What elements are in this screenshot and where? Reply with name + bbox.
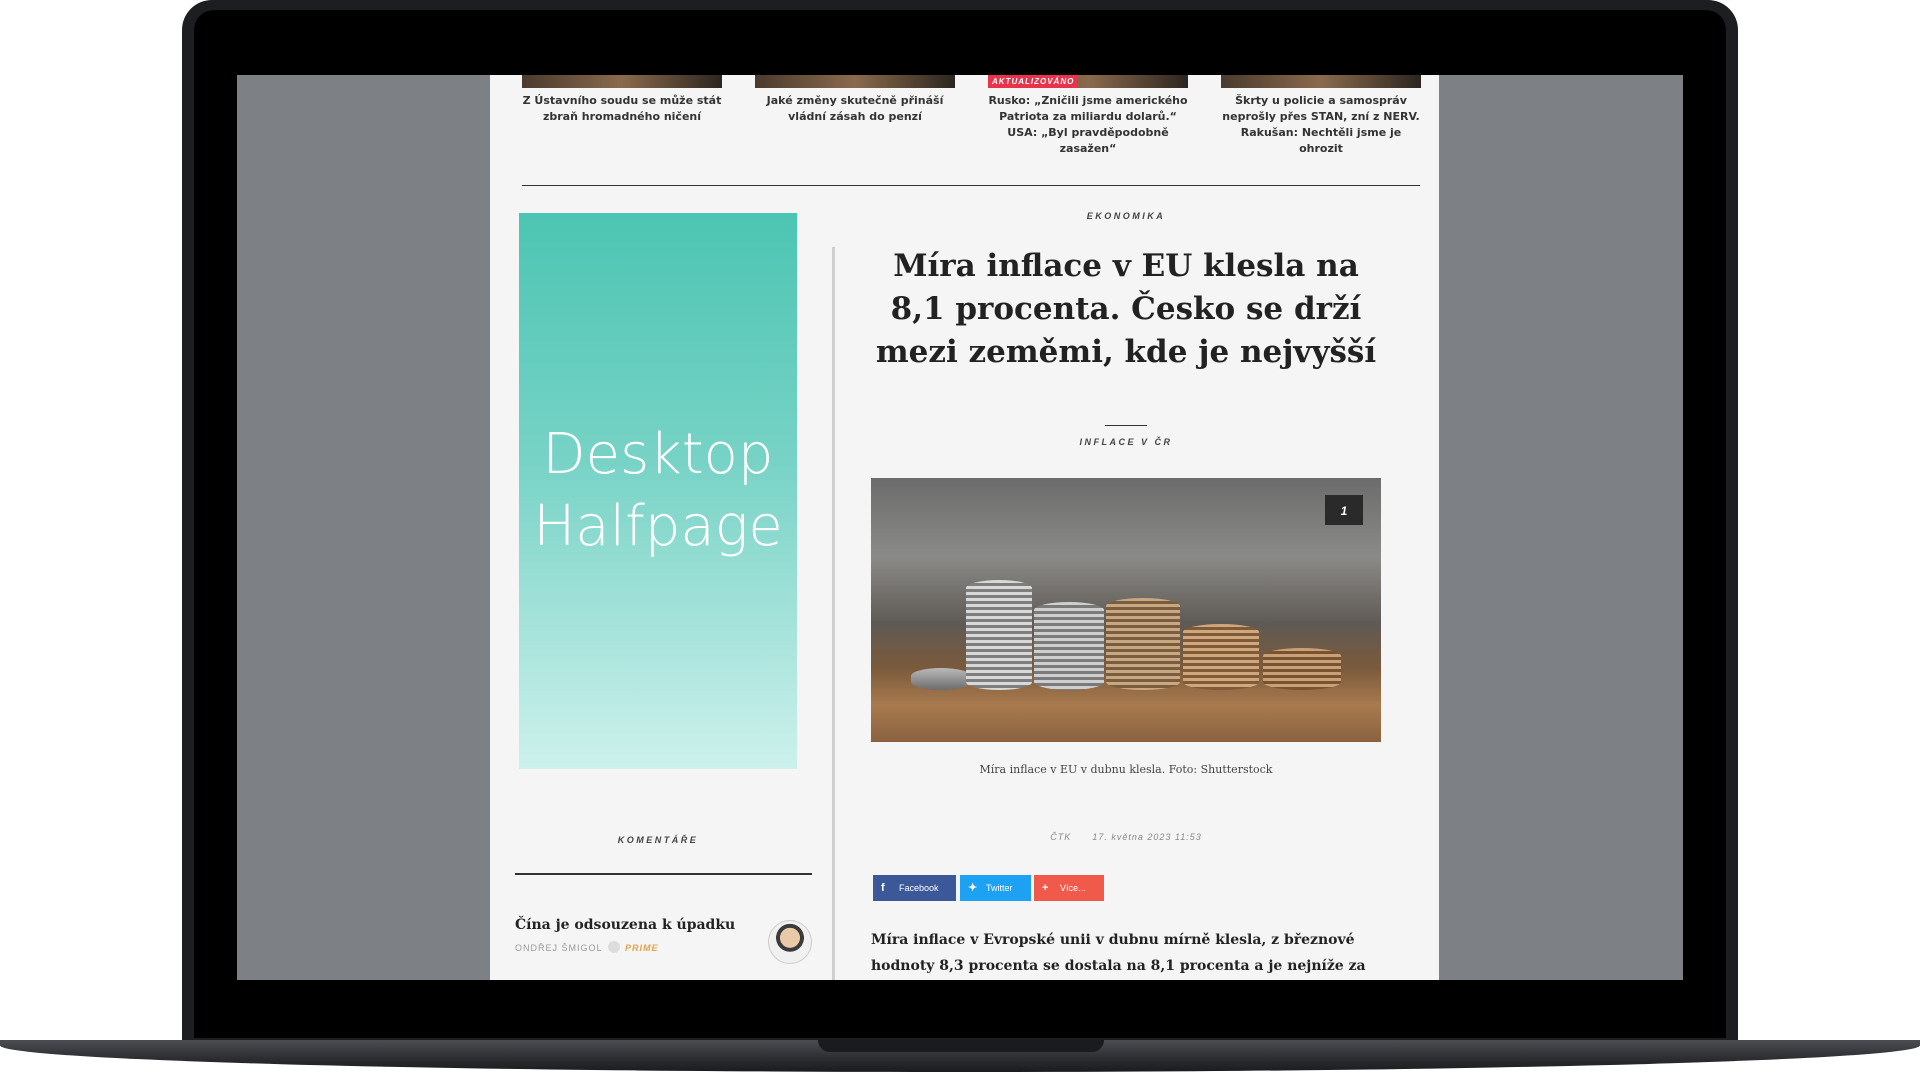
coin-stack [1263,648,1341,690]
browser-viewport: Z Ústavního soudu se může stát zbraň hro… [237,75,1683,980]
twitter-icon: ✦ [968,882,978,894]
article-lead: Míra inflace v Evropské unii v dubnu mír… [871,932,1366,974]
article-headline: Míra inflace v EU klesla na 8,1 procenta… [875,248,1377,370]
share-more-button[interactable]: + Více... [1034,875,1104,901]
ad-line-2: Halfpage [533,494,783,559]
article-page: Z Ústavního soudu se může stát zbraň hro… [490,75,1439,980]
coin-stack [911,668,971,690]
prime-badge: PRIME [625,943,659,953]
top-story-title[interactable]: Škrty u policie a samospráv neprošly pře… [1221,93,1421,157]
column-divider [832,247,835,980]
article-date: 17. května 2023 11:53 [1092,832,1202,842]
top-story-title[interactable]: Jaké změny skutečně přináší vládní zásah… [755,93,955,125]
photo-caption: Míra inflace v EU v dubnu klesla. Foto: … [979,763,1273,776]
article-photo[interactable]: 1 [871,478,1381,742]
plus-icon: + [1042,882,1049,894]
top-story-card[interactable]: Škrty u policie a samospráv neprošly pře… [1221,75,1421,157]
updated-badge: AKTUALIZOVÁNO [988,75,1079,88]
top-story-card[interactable]: Z Ústavního soudu se může stát zbraň hro… [522,75,722,125]
halfpage-ad[interactable]: Desktop Halfpage [519,213,797,769]
top-story-card[interactable]: Jaké změny skutečně přináší vládní zásah… [755,75,955,125]
laptop-notch [818,1040,1104,1052]
comment-author[interactable]: ONDŘEJ ŠMIGOL [515,943,603,953]
ad-placeholder-text: Desktop Halfpage [533,419,783,563]
coin-stack [966,580,1032,690]
share-twitter-button[interactable]: ✦ Twitter [960,875,1031,901]
topic-label[interactable]: INFLACE V ČR [862,437,1390,447]
prime-icon [608,941,620,953]
section-label[interactable]: EKONOMIKA [862,211,1390,221]
coin-stack [1034,602,1104,690]
top-story-image [1221,75,1421,88]
share-facebook-button[interactable]: f Facebook [873,875,956,901]
author-avatar[interactable] [768,920,812,964]
top-stories-strip: Z Ústavního soudu se může stát zbraň hro… [490,75,1439,185]
share-facebook-label: Facebook [899,883,939,893]
comment-title[interactable]: Čína je odsouzena k úpadku [515,917,735,933]
top-story-image [522,75,722,88]
comments-heading: KOMENTÁŘE [617,835,699,845]
article-source: ČTK [1050,832,1072,842]
top-story-image [755,75,955,88]
headline-rule [1105,425,1147,426]
facebook-icon: f [881,882,885,894]
gallery-count-badge[interactable]: 1 [1325,495,1363,525]
top-story-card[interactable]: AKTUALIZOVÁNO Rusko: „Zničili jsme ameri… [988,75,1188,157]
share-more-label: Více... [1060,883,1086,893]
coin-stack [1183,624,1259,690]
top-story-title[interactable]: Z Ústavního soudu se může stát zbraň hro… [522,93,722,125]
top-story-title[interactable]: Rusko: „Zničili jsme amerického Patriota… [988,93,1188,157]
article-byline: ČTK 17. května 2023 11:53 [871,832,1381,842]
ad-line-1: Desktop [542,422,774,487]
share-twitter-label: Twitter [986,883,1013,893]
coin-stack [1106,598,1180,690]
comments-divider [515,873,812,875]
section-divider [522,185,1420,186]
